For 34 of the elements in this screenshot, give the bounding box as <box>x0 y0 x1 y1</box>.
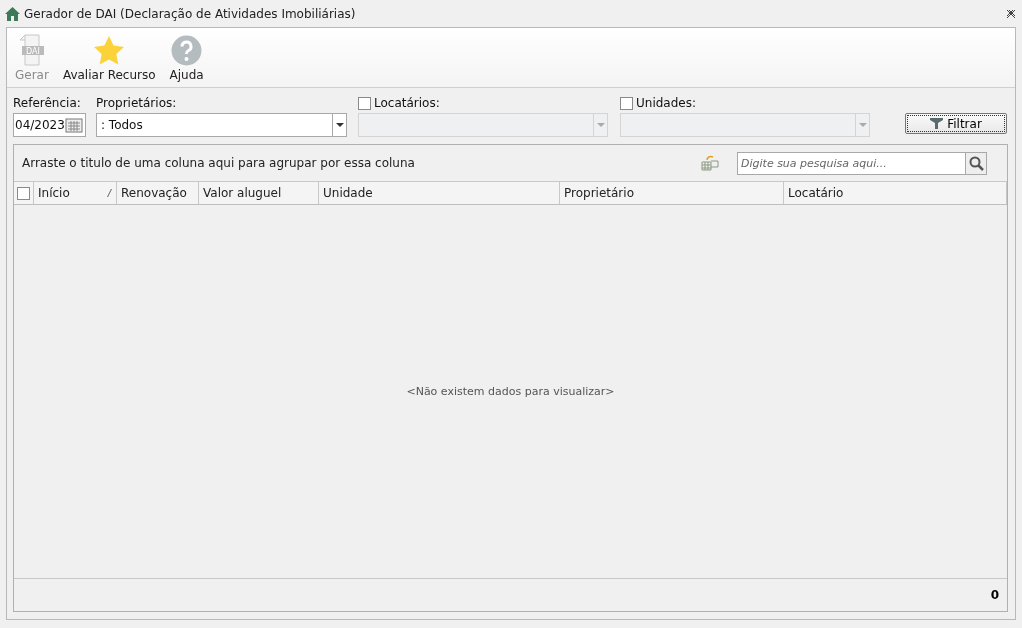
calendar-icon[interactable] <box>65 117 83 133</box>
search-field[interactable]: Digite sua pesquisa aqui... <box>737 151 965 175</box>
star-icon <box>93 35 126 66</box>
home-icon <box>5 6 20 21</box>
filter-label: Unidades: <box>620 95 870 111</box>
column-header[interactable]: Renovação <box>117 182 199 204</box>
column-header[interactable]: Valor aluguel <box>199 182 319 204</box>
funnel-icon <box>930 118 944 129</box>
filter-button[interactable]: Filtrar <box>905 113 1007 134</box>
window-title: Gerador de DAI (Declaração de Atividades Imobiliárias) <box>24 6 357 21</box>
column-header[interactable]: Unidade <box>319 182 560 204</box>
caret-icon <box>858 123 867 127</box>
group-hint: Arraste o titulo de uma coluna aqui para agrupar por essa coluna <box>22 156 416 170</box>
caret-icon <box>335 123 344 127</box>
column-header[interactable]: Início <box>34 182 117 204</box>
filter-label: Proprietários: <box>96 95 178 111</box>
search-button[interactable] <box>965 151 987 175</box>
column-header[interactable]: Proprietário <box>560 182 784 204</box>
help-icon <box>171 35 203 66</box>
column-chooser-icon[interactable] <box>701 155 719 171</box>
caret-icon <box>596 123 605 127</box>
sort-icon <box>107 189 112 197</box>
dropdown-field[interactable]: : Todos <box>96 113 347 137</box>
toolbar-button[interactable]: Avaliar Recurso <box>62 35 156 82</box>
date-field[interactable]: 04/2023 <box>13 113 86 137</box>
empty-message: <Não existem dados para visualizar> <box>406 385 615 398</box>
select-all-checkbox[interactable] <box>17 186 30 200</box>
search-icon <box>968 155 984 171</box>
close-icon[interactable] <box>1006 8 1016 19</box>
row-count: 0 <box>990 588 999 602</box>
filter-label: Locatários: <box>358 95 608 111</box>
column-header[interactable]: Locatário <box>784 182 1007 204</box>
toolbar-button[interactable]: Ajuda <box>169 35 204 82</box>
filter-label: Referência: <box>13 95 82 111</box>
